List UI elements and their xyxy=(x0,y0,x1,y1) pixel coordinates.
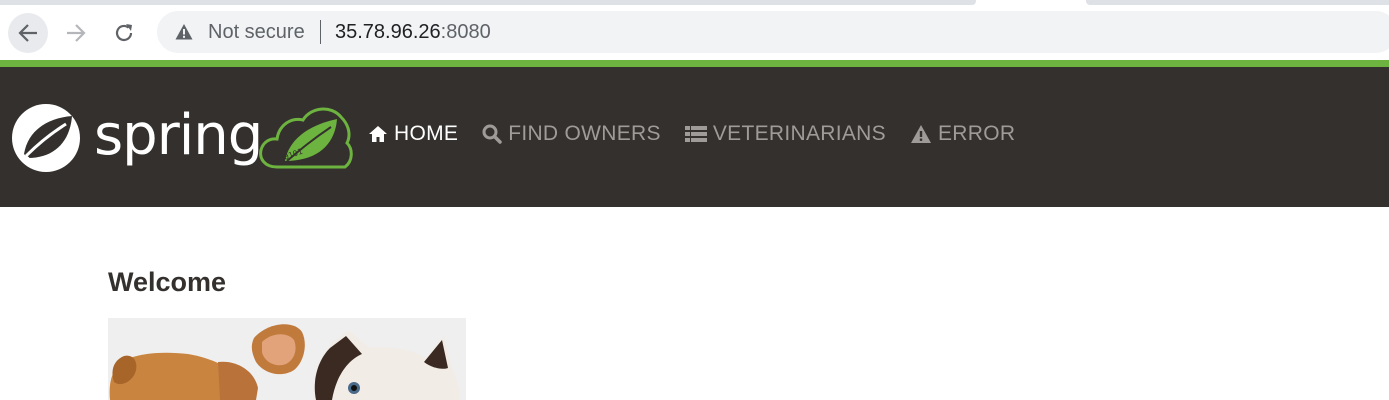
nav-home[interactable]: HOME xyxy=(368,122,458,146)
pets-illustration xyxy=(108,318,466,400)
back-button[interactable] xyxy=(8,13,48,53)
pets-image xyxy=(108,318,466,400)
reload-icon xyxy=(115,24,133,42)
browser-tab[interactable] xyxy=(1086,0,1389,5)
url-host: 35.78.96.26 xyxy=(335,21,441,43)
nav-find-owners-label: FIND OWNERS xyxy=(508,122,661,145)
navbar: spring 0101 HOME FIND OWNERS VETERINARIA… xyxy=(0,67,1389,207)
warning-icon xyxy=(910,125,931,143)
spring-logo[interactable]: spring 0101 xyxy=(10,103,355,172)
brand-wordmark: spring xyxy=(94,103,263,168)
omnibox-divider xyxy=(320,20,321,44)
main-nav: HOME FIND OWNERS VETERINARIANS ERROR xyxy=(368,122,1039,146)
nav-home-label: HOME xyxy=(394,122,459,145)
spring-leaf-icon xyxy=(12,104,80,172)
url-port: :8080 xyxy=(440,21,491,43)
home-icon xyxy=(369,126,387,142)
warning-icon[interactable] xyxy=(175,23,193,41)
nav-error[interactable]: ERROR xyxy=(910,122,1015,146)
nav-error-label: ERROR xyxy=(937,122,1016,145)
search-icon xyxy=(482,124,502,144)
nav-find-owners[interactable]: FIND OWNERS xyxy=(482,122,661,146)
browser-toolbar: Not secure 35.78.96.26:8080 xyxy=(0,6,1389,60)
reload-button[interactable] xyxy=(104,13,144,53)
cloud-leaf-icon: 0101 xyxy=(259,107,353,169)
address-bar[interactable]: Not secure 35.78.96.26:8080 xyxy=(157,11,1389,53)
nav-veterinarians-label: VETERINARIANS xyxy=(712,122,886,145)
browser-tab[interactable] xyxy=(0,0,976,5)
nav-veterinarians[interactable]: VETERINARIANS xyxy=(684,122,886,146)
security-label[interactable]: Not secure xyxy=(208,21,305,43)
arrow-left-icon xyxy=(18,24,37,42)
arrow-right-icon xyxy=(67,24,86,42)
forward-button[interactable] xyxy=(56,13,96,53)
page-title: Welcome xyxy=(108,267,227,297)
url-text[interactable]: 35.78.96.26:8080 xyxy=(335,21,491,43)
list-icon xyxy=(684,126,707,142)
accent-bar xyxy=(0,60,1389,67)
